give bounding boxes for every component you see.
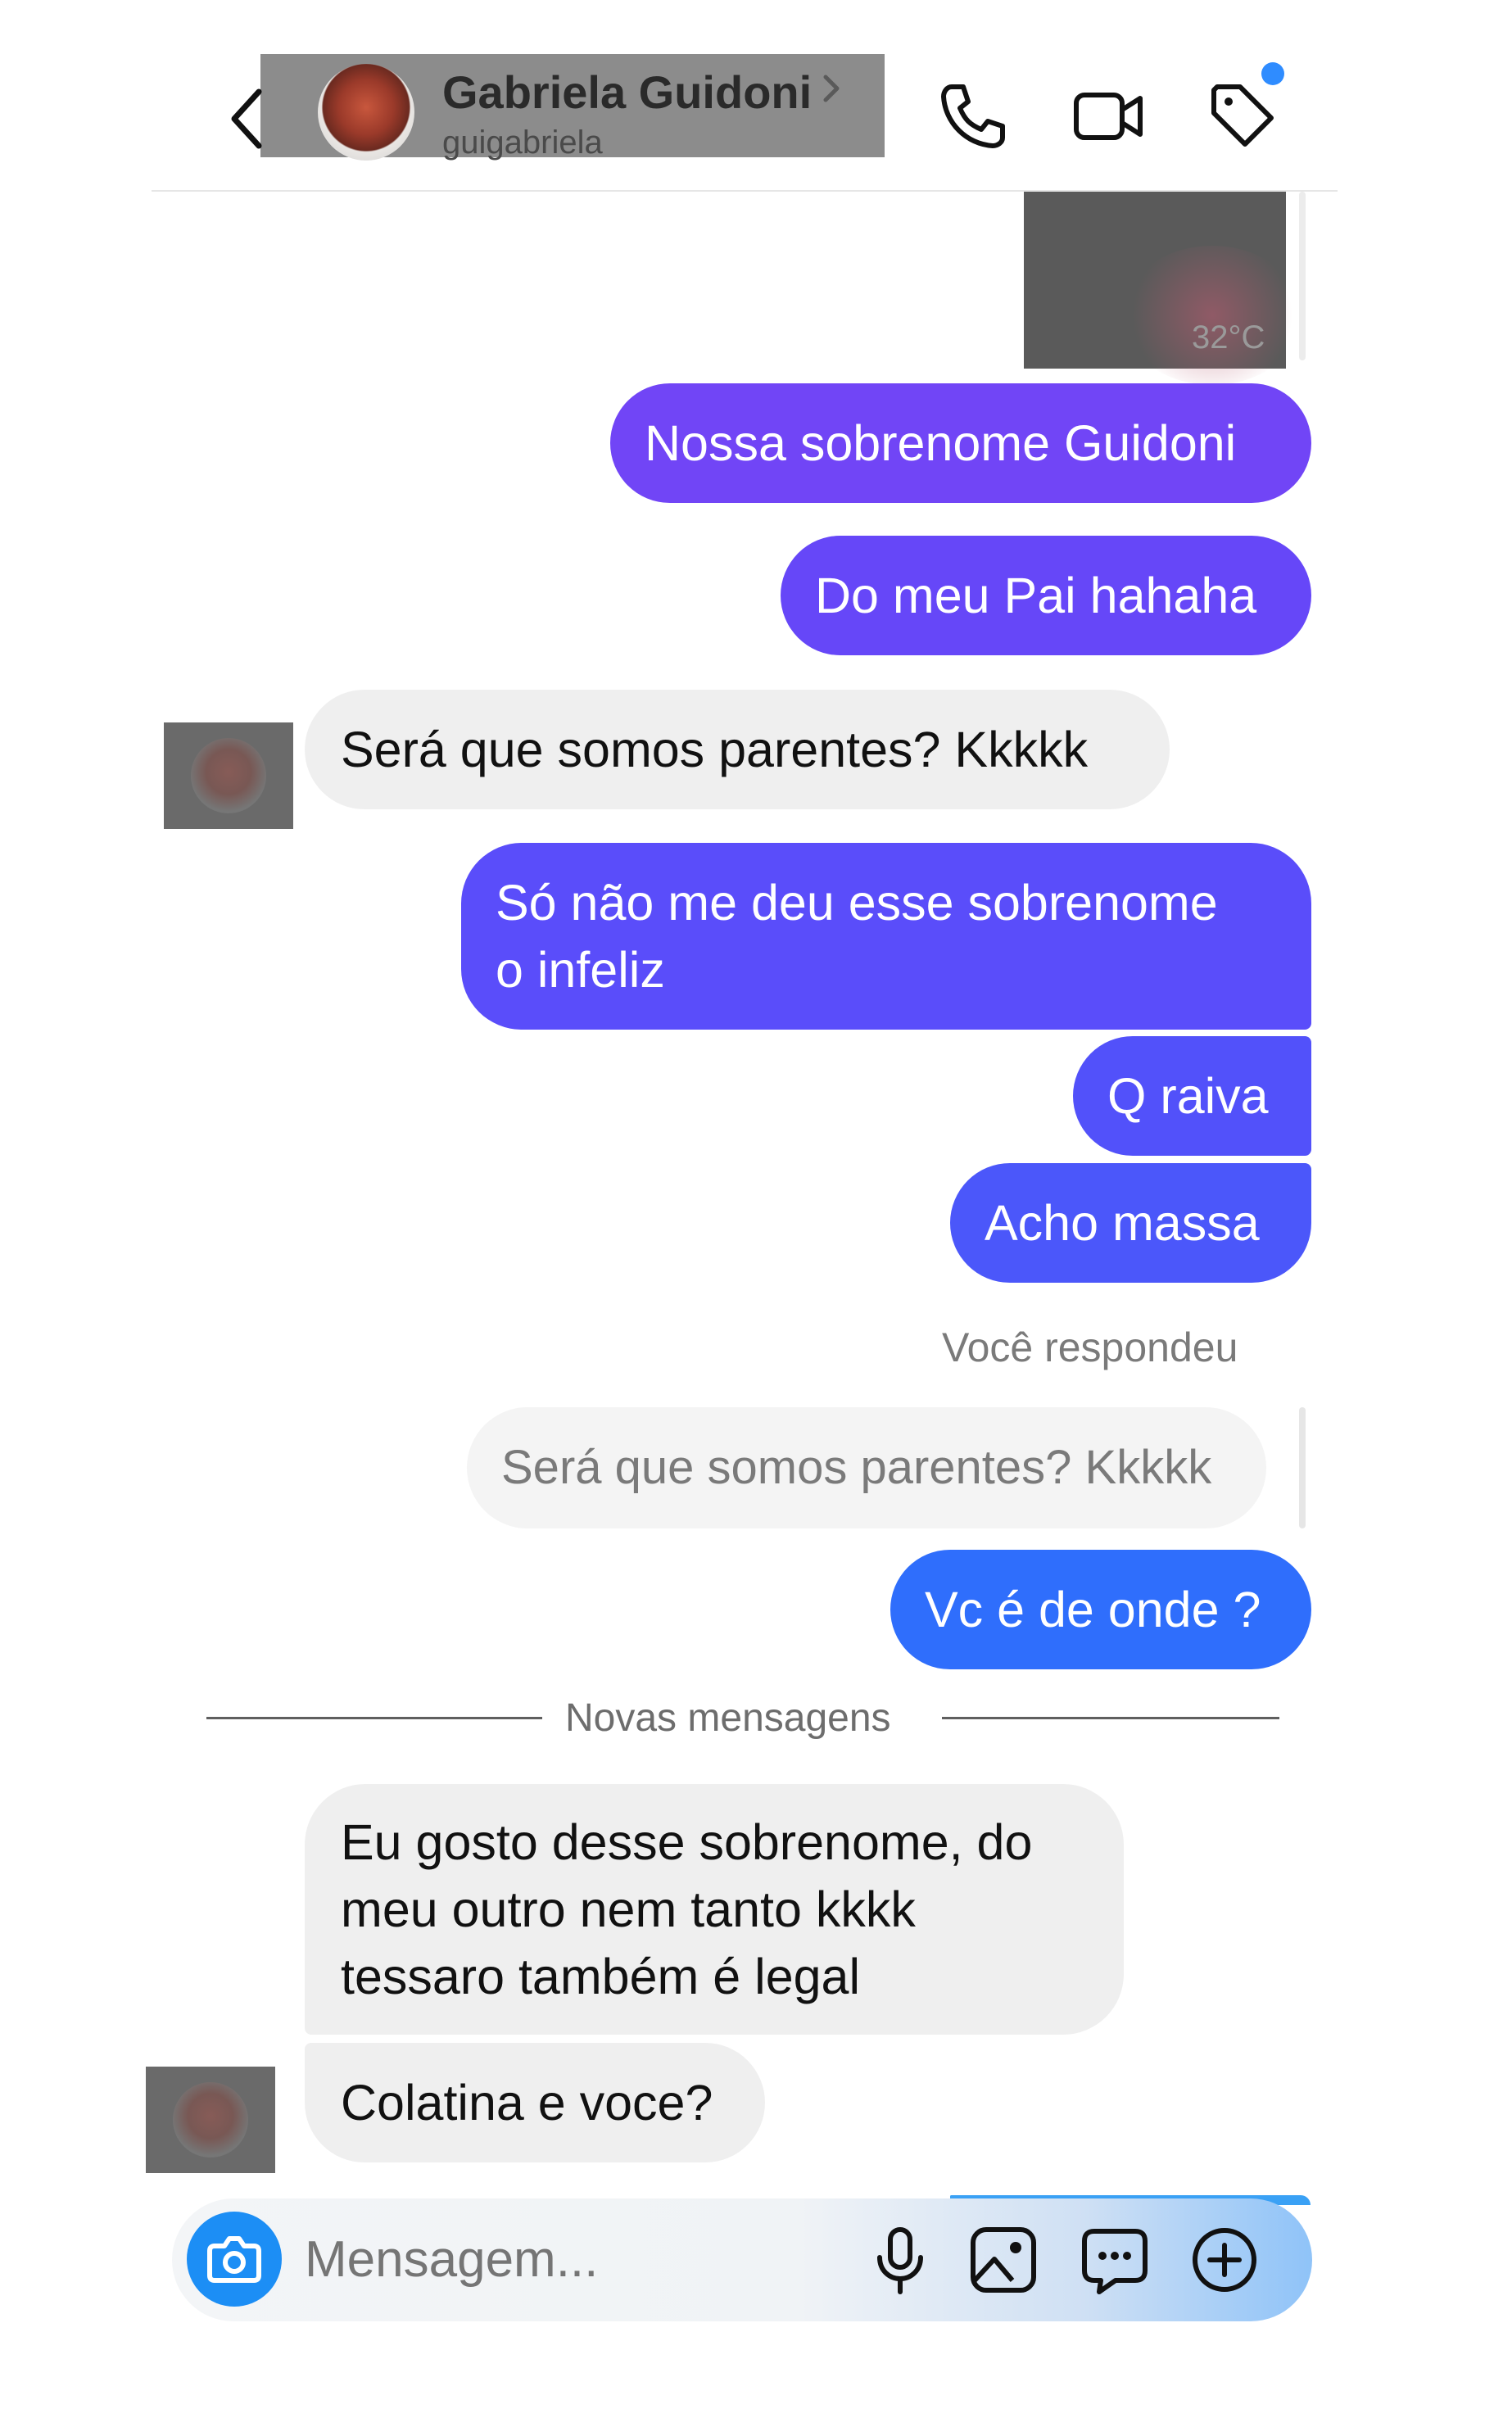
sender-avatar[interactable] [146,2067,275,2173]
plus-circle-icon [1193,2228,1256,2292]
reply-label: Você respondeu [942,1324,1238,1370]
phone-icon [941,84,1005,148]
message-line: o infeliz [496,942,665,998]
add-attachment-button[interactable] [1188,2223,1261,2297]
incoming-message[interactable]: Eu gosto desse sobrenome, do meu outro n… [305,1784,1124,2035]
outgoing-message[interactable]: Só não me deu esse sobrenome o infeliz [461,843,1311,1030]
outgoing-message[interactable]: Acho massa [950,1163,1311,1283]
chevron-right-icon [819,72,844,105]
gallery-button[interactable] [967,2223,1040,2297]
contact-username: guigabriela [442,125,603,161]
message-input[interactable] [305,2226,796,2292]
contact-name: Gabriela Guidoni [442,66,813,118]
camera-icon [207,2236,261,2283]
outgoing-message[interactable]: Do meu Pai hahaha [781,536,1311,655]
microphone-icon [877,2227,923,2294]
shared-photo-detail [1122,246,1302,385]
outgoing-message[interactable]: Nossa sobrenome Guidoni [610,383,1311,503]
incoming-message[interactable]: Colatina e voce? [305,2043,765,2162]
tag-icon [1211,84,1274,147]
message-line: Eu gosto desse sobrenome, do [341,1814,1033,1870]
quoted-message[interactable]: Será que somos parentes? Kkkkk [467,1407,1266,1528]
outgoing-message[interactable]: Q raiva [1073,1036,1311,1156]
message-line: meu outro nem tanto kkkk [341,1881,916,1937]
reply-indicator-bar [1299,1407,1306,1528]
video-camera-icon [1074,93,1143,140]
incoming-message[interactable]: Será que somos parentes? Kkkkk [305,690,1170,809]
contact-avatar[interactable] [318,64,414,161]
video-call-button[interactable] [1071,79,1145,152]
voice-message-button[interactable] [863,2223,937,2297]
audio-call-button[interactable] [935,79,1009,152]
outgoing-message[interactable]: Vc é de onde ? [890,1550,1311,1669]
message-line: Só não me deu esse sobrenome [496,875,1218,931]
tag-button[interactable] [1206,79,1279,152]
reply-indicator-bar [1299,192,1306,360]
new-messages-label: Novas mensagens [565,1696,891,1740]
sticker-button[interactable] [1078,2223,1152,2297]
camera-button[interactable] [187,2212,282,2307]
message-line: tessaro também é legal [341,1949,861,2004]
chat-bubble-icon [1082,2229,1148,2294]
photo-overlay-text: 32°C [1192,319,1265,355]
notification-dot [1261,62,1284,85]
sender-avatar[interactable] [164,722,293,829]
divider-line [206,1717,542,1719]
divider-line [942,1717,1279,1719]
image-icon [971,2227,1036,2293]
